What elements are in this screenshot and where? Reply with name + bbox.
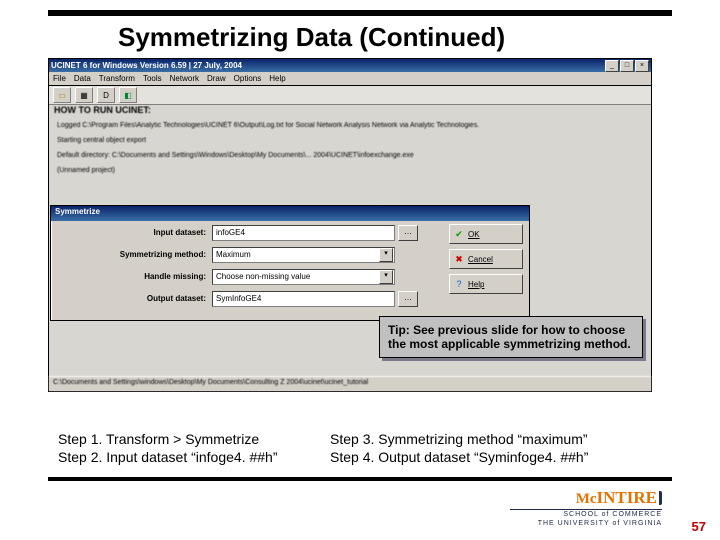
minimize-button[interactable]: _ <box>605 60 619 72</box>
toolbar-button-4[interactable]: ◧ <box>119 87 137 103</box>
symmetrize-dialog: Symmetrize Input dataset: infoGE4 … Symm… <box>50 205 530 321</box>
label-method: Symmetrizing method: <box>51 250 212 259</box>
help-label: Help <box>468 280 484 289</box>
log-line-1: Logged C:\Program Files\Analytic Technol… <box>57 121 643 130</box>
step-4: Step 4. Output dataset “Syminfoge4. ##h” <box>330 448 588 466</box>
toolbar-button-3[interactable]: D <box>97 87 115 103</box>
chevron-down-icon[interactable]: ▾ <box>379 248 393 262</box>
toolbar: ▭ ▦ D ◧ <box>49 86 651 105</box>
logo-intire: INTIRE <box>597 488 657 507</box>
steps-right-column: Step 3. Symmetrizing method “maximum” St… <box>330 430 588 466</box>
field-missing[interactable]: Choose non-missing value ▾ <box>212 269 395 285</box>
label-input-dataset: Input dataset: <box>51 228 212 237</box>
logo-bar-icon <box>659 491 662 505</box>
mcintire-logo: McINTIRE SCHOOL of COMMERCE THE UNIVERSI… <box>510 488 662 527</box>
logo-brand: McINTIRE <box>510 488 662 508</box>
ok-label: OK <box>468 230 480 239</box>
menubar: File Data Transform Tools Network Draw O… <box>49 72 651 86</box>
label-missing: Handle missing: <box>51 272 212 281</box>
close-button[interactable]: × <box>635 60 649 72</box>
slide-title: Symmetrizing Data (Continued) <box>118 22 505 53</box>
top-rule <box>48 10 672 16</box>
window-titlebar: UCINET 6 for Windows Version 6.59 | 27 J… <box>49 59 651 72</box>
menu-network[interactable]: Network <box>170 74 199 83</box>
cancel-label: Cancel <box>468 255 493 264</box>
folder-icon: ▭ <box>58 91 66 100</box>
logo-mc: Mc <box>576 491 597 507</box>
check-icon: ✔ <box>454 229 464 240</box>
steps-left-column: Step 1. Transform > Symmetrize Step 2. I… <box>58 430 278 466</box>
dialog-button-column: ✔ OK ✖ Cancel ? Help <box>449 224 523 294</box>
logo-sub-2: THE UNIVERSITY of VIRGINIA <box>510 519 662 527</box>
step-2: Step 2. Input dataset “infoge4. ##h” <box>58 448 278 466</box>
tip-callout: Tip: See previous slide for how to choos… <box>379 316 643 358</box>
cancel-button[interactable]: ✖ Cancel <box>449 249 523 269</box>
step-3: Step 3. Symmetrizing method “maximum” <box>330 430 588 448</box>
menu-transform[interactable]: Transform <box>99 74 135 83</box>
window-title: UCINET 6 for Windows Version 6.59 | 27 J… <box>51 61 604 70</box>
content-header: HOW TO RUN UCINET: <box>54 105 151 115</box>
browse-input-button[interactable]: … <box>398 225 418 241</box>
document-icon: D <box>103 91 109 100</box>
dialog-body: Input dataset: infoGE4 … Symmetrizing me… <box>51 220 529 320</box>
menu-tools[interactable]: Tools <box>143 74 162 83</box>
label-output-dataset: Output dataset: <box>51 294 212 303</box>
step-1: Step 1. Transform > Symmetrize <box>58 430 278 448</box>
sheet-icon: ▦ <box>80 91 88 100</box>
menu-options[interactable]: Options <box>234 74 262 83</box>
help-button[interactable]: ? Help <box>449 274 523 294</box>
ok-button[interactable]: ✔ OK <box>449 224 523 244</box>
toolbar-button-2[interactable]: ▦ <box>75 87 93 103</box>
browse-output-button[interactable]: … <box>398 291 418 307</box>
log-line-3: Default directory: C:\Documents and Sett… <box>57 151 643 160</box>
bottom-rule <box>48 477 672 481</box>
page-number: 57 <box>692 519 706 534</box>
log-line-4: (Unnamed project) <box>57 166 643 175</box>
field-method[interactable]: Maximum ▾ <box>212 247 395 263</box>
log-text: Logged C:\Program Files\Analytic Technol… <box>57 121 643 181</box>
dialog-title: Symmetrize <box>51 206 529 221</box>
field-method-value: Maximum <box>216 248 379 262</box>
menu-draw[interactable]: Draw <box>207 74 226 83</box>
menu-file[interactable]: File <box>53 74 66 83</box>
menu-help[interactable]: Help <box>269 74 285 83</box>
help-icon: ? <box>454 279 464 289</box>
field-input-dataset[interactable]: infoGE4 <box>212 225 395 241</box>
toolbar-button-1[interactable]: ▭ <box>53 87 71 103</box>
statusbar: C:\Documents and Settings\windows\Deskto… <box>49 376 651 391</box>
chevron-down-icon[interactable]: ▾ <box>379 270 393 284</box>
field-output-dataset[interactable]: SymInfoGE4 <box>212 291 395 307</box>
ucinet-window: UCINET 6 for Windows Version 6.59 | 27 J… <box>48 58 652 392</box>
field-missing-value: Choose non-missing value <box>216 270 379 284</box>
maximize-button[interactable]: □ <box>620 60 634 72</box>
log-line-2: Starting central object export <box>57 136 643 145</box>
logo-sub-1: SCHOOL of COMMERCE <box>510 509 662 518</box>
menu-data[interactable]: Data <box>74 74 91 83</box>
x-icon: ✖ <box>454 254 464 265</box>
chart-icon: ◧ <box>124 91 132 100</box>
